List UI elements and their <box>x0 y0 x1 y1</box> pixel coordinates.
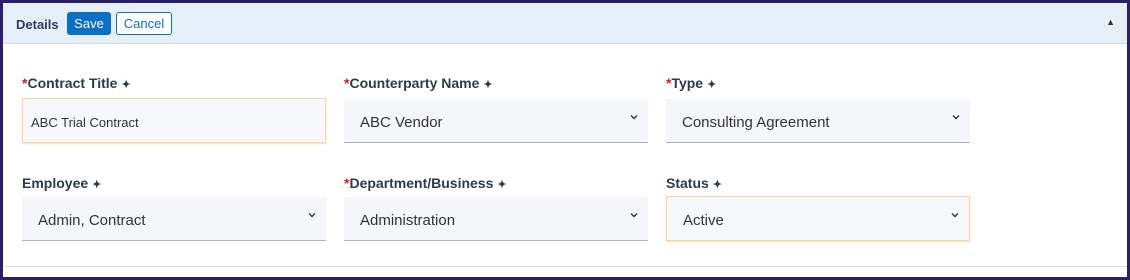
type-select[interactable]: Consulting Agreement <box>666 99 970 143</box>
divider <box>3 266 1127 267</box>
sparkle-icon: ✦ <box>497 179 507 191</box>
chevron-down-icon <box>630 213 638 218</box>
employee-label: Employee <box>22 175 89 191</box>
save-button[interactable]: Save <box>67 12 111 35</box>
counterparty-name-label: Counterparty Name <box>349 75 480 91</box>
department-business-select[interactable]: Administration <box>344 197 648 241</box>
chevron-down-icon <box>952 115 960 120</box>
sparkle-icon: ✦ <box>707 79 717 91</box>
cancel-button[interactable]: Cancel <box>116 12 172 35</box>
sparkle-icon: ✦ <box>92 179 102 191</box>
panel-title: Details <box>16 17 59 32</box>
sparkle-icon: ✦ <box>712 179 723 191</box>
sparkle-icon: ✦ <box>483 79 493 91</box>
chevron-down-icon <box>308 213 316 218</box>
chevron-down-icon <box>630 115 638 120</box>
details-panel: Details Save Cancel ▲ *Contract Title ✦ A… <box>0 0 1130 280</box>
employee-select[interactable]: Admin, Contract <box>22 197 326 241</box>
panel-header: Details Save Cancel ▲ <box>3 3 1127 44</box>
status-select[interactable]: Active <box>666 196 970 241</box>
type-label: Type <box>671 75 704 91</box>
counterparty-name-select[interactable]: ABC Vendor <box>344 99 648 143</box>
chevron-down-icon <box>951 213 959 218</box>
department-business-label: Department/Business <box>349 175 494 191</box>
status-label: Status <box>666 175 709 191</box>
sparkle-icon: ✦ <box>121 79 131 91</box>
contract-title-input[interactable]: ABC Trial Contract <box>22 98 326 143</box>
triangle-up-icon[interactable]: ▲ <box>1106 17 1115 27</box>
contract-title-label: Contract Title <box>27 75 118 91</box>
